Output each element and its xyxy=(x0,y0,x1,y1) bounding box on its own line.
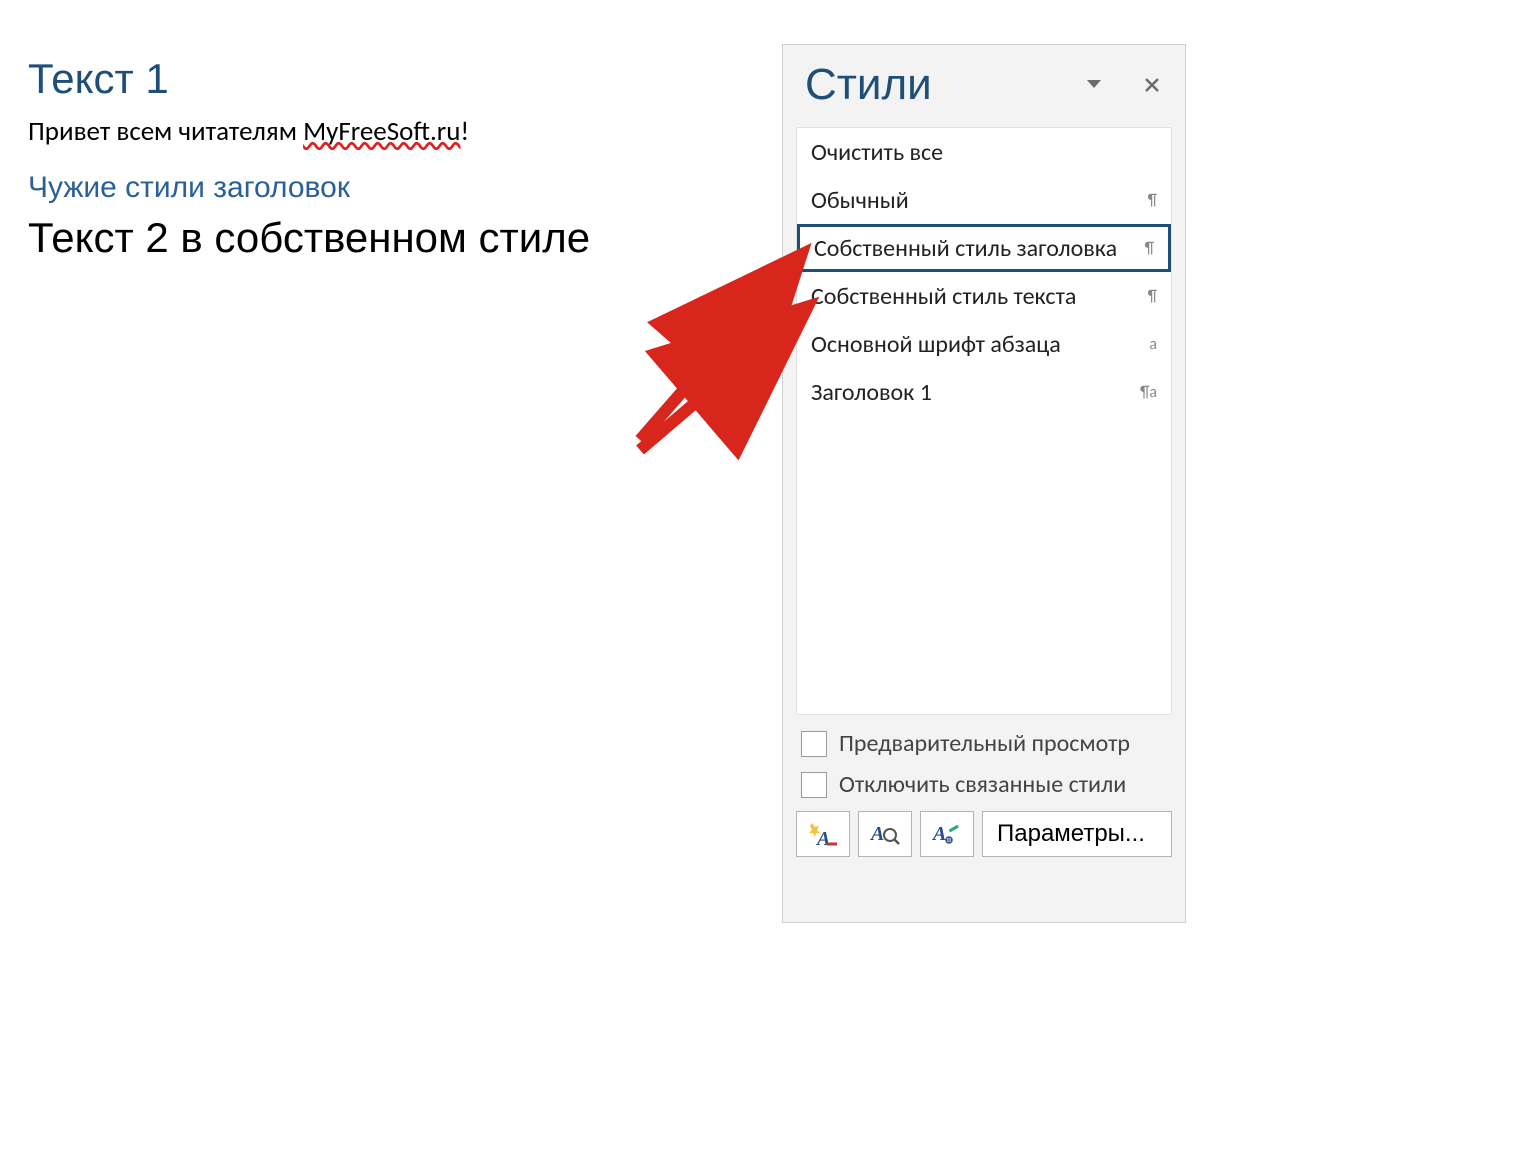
checkbox-disable-linked-label: Отключить связанные стили xyxy=(839,770,1126,799)
styles-pane: Стили Очистить все Обычный ¶ Собственный… xyxy=(782,44,1186,923)
alt-heading: Чужие стили заголовок xyxy=(28,171,758,205)
close-icon xyxy=(1145,78,1159,92)
styles-options-button[interactable]: Параметры... xyxy=(982,811,1172,857)
new-style-button[interactable]: A xyxy=(796,811,850,857)
style-inspector-icon: A xyxy=(870,821,900,847)
body-text-prefix: Привет всем читателям xyxy=(28,115,303,148)
custom-style-text: Текст 2 в собственном стиле xyxy=(28,215,758,261)
style-item-mark: a xyxy=(1149,335,1157,354)
checkbox-preview[interactable] xyxy=(801,731,827,757)
style-item-clear-all[interactable]: Очистить все xyxy=(797,128,1171,176)
styles-pane-options: Предварительный просмотр Отключить связа… xyxy=(801,729,1167,799)
checkbox-disable-linked-row[interactable]: Отключить связанные стили xyxy=(801,770,1167,799)
style-item-mark: ¶ xyxy=(1145,239,1154,258)
body-text: Привет всем читателям MyFreeSoft.ru! xyxy=(28,115,758,149)
style-item-default-paragraph-font[interactable]: Основной шрифт абзаца a xyxy=(797,320,1171,368)
body-text-suffix: ! xyxy=(460,115,469,148)
style-item-label: Обычный xyxy=(811,186,909,215)
style-item-heading-1[interactable]: Заголовок 1 ¶a xyxy=(797,368,1171,416)
style-item-label: Очистить все xyxy=(811,138,943,167)
pane-dropdown-button[interactable] xyxy=(1079,70,1109,100)
checkbox-disable-linked[interactable] xyxy=(801,772,827,798)
style-item-mark: ¶ xyxy=(1148,287,1157,306)
spelling-error-text: MyFreeSoft.ru xyxy=(303,115,460,148)
style-item-label: Заголовок 1 xyxy=(811,378,932,407)
style-item-label: Основной шрифт абзаца xyxy=(811,330,1061,359)
style-item-normal[interactable]: Обычный ¶ xyxy=(797,176,1171,224)
style-inspector-button[interactable]: A xyxy=(858,811,912,857)
new-style-icon: A xyxy=(808,821,838,847)
styles-pane-footer: A A A Параметры... xyxy=(796,811,1172,857)
heading-1: Текст 1 xyxy=(28,55,758,103)
style-item-mark: ¶ xyxy=(1148,191,1157,210)
styles-pane-header: Стили xyxy=(783,45,1185,117)
styles-pane-title: Стили xyxy=(805,63,1051,107)
style-item-mark: ¶a xyxy=(1140,383,1157,402)
styles-list: Очистить все Обычный ¶ Собственный стиль… xyxy=(796,127,1172,715)
style-item-custom-heading[interactable]: Собственный стиль заголовка ¶ xyxy=(797,224,1171,272)
document-area: Текст 1 Привет всем читателям MyFreeSoft… xyxy=(28,55,758,261)
svg-text:A: A xyxy=(870,823,884,845)
chevron-down-icon xyxy=(1087,80,1101,90)
style-item-custom-text[interactable]: Собственный стиль текста ¶ xyxy=(797,272,1171,320)
checkbox-preview-label: Предварительный просмотр xyxy=(839,729,1130,758)
manage-styles-icon: A xyxy=(932,821,962,847)
pane-close-button[interactable] xyxy=(1137,70,1167,100)
style-item-label: Собственный стиль текста xyxy=(811,282,1076,311)
manage-styles-button[interactable]: A xyxy=(920,811,974,857)
annotation-arrow-1 xyxy=(640,270,788,440)
svg-text:A: A xyxy=(932,823,946,845)
checkbox-preview-row[interactable]: Предварительный просмотр xyxy=(801,729,1167,758)
style-item-label: Собственный стиль заголовка xyxy=(814,234,1117,263)
annotation-arrow-2 xyxy=(640,320,792,450)
